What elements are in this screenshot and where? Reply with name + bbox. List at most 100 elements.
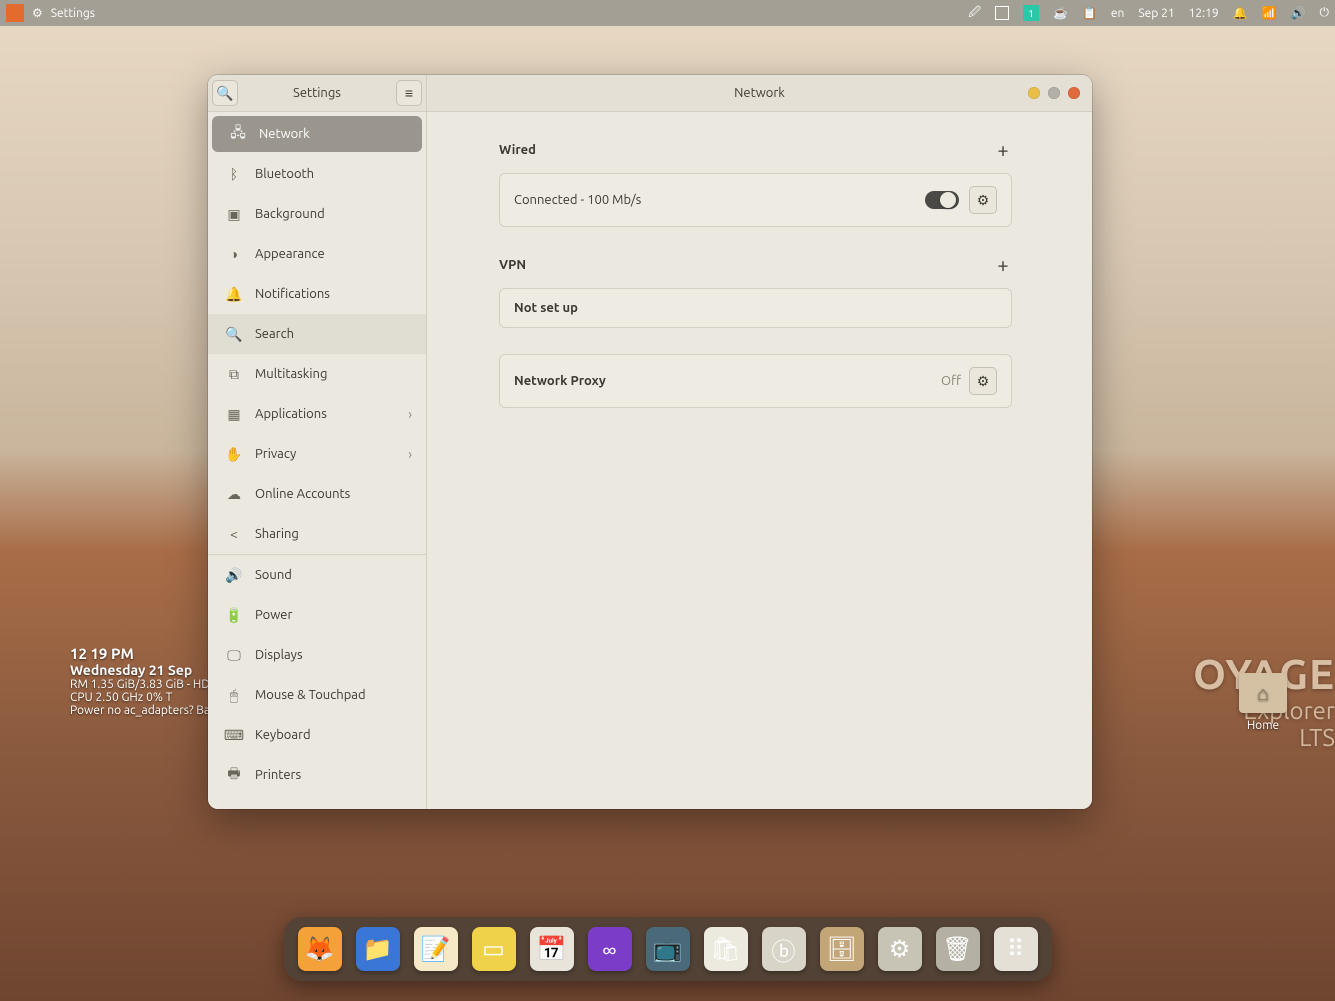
dock: 🦊 📁 📝 ▭ 📅 ∞ 📺 🛍 ⓑ 🗄 ⚙ 🗑 ⠿ xyxy=(284,917,1052,981)
panel-time[interactable]: 12:19 xyxy=(1189,7,1219,20)
proxy-settings-button[interactable]: ⚙ xyxy=(969,367,997,395)
proxy-row[interactable]: Network Proxy Off ⚙ xyxy=(499,354,1012,408)
sidebar-item-displays[interactable]: 🖵Displays xyxy=(208,635,426,675)
widget-time: 12 19 PM xyxy=(70,645,215,662)
sidebar-item-label: Notifications xyxy=(255,287,330,301)
wired-toggle[interactable] xyxy=(925,191,959,209)
vpn-row: Not set up xyxy=(499,288,1012,328)
sidebar-item-label: Network xyxy=(259,127,310,141)
power-icon[interactable]: ⏻ xyxy=(1320,6,1330,20)
wired-section-title: Wired xyxy=(499,143,536,157)
panel-app-label[interactable]: Settings xyxy=(51,7,95,20)
keyboard-icon: ⌨ xyxy=(225,727,243,744)
wired-add-button[interactable]: + xyxy=(994,138,1012,161)
chevron-right-icon: › xyxy=(408,446,412,462)
applications-icon: ▦ xyxy=(225,406,243,423)
window-close-button[interactable] xyxy=(1068,87,1080,99)
home-label: Home xyxy=(1236,719,1290,732)
window-controls xyxy=(1028,87,1080,99)
sidebar-title: Settings xyxy=(242,86,392,100)
chevron-right-icon: › xyxy=(408,406,412,422)
widget-cpu: CPU 2.50 GHz 0% T xyxy=(70,691,215,704)
proxy-title-label: Network Proxy xyxy=(514,374,941,388)
sidebar-item-power[interactable]: 🔋Power xyxy=(208,595,426,635)
online-accounts-icon: ☁ xyxy=(225,486,243,503)
sidebar-item-label: Keyboard xyxy=(255,728,311,742)
dock-app-settings[interactable]: ⚙ xyxy=(878,927,922,971)
sidebar-item-online-accounts[interactable]: ☁ Online Accounts xyxy=(208,474,426,514)
sidebar-item-label: Sound xyxy=(255,568,292,582)
window-maximize-button[interactable] xyxy=(1048,87,1060,99)
dock-app-browser[interactable]: ⓑ xyxy=(762,927,806,971)
dock-app-software[interactable]: 🛍 xyxy=(704,927,748,971)
sidebar-item-label: Multitasking xyxy=(255,367,327,381)
vpn-section-head: VPN + xyxy=(499,253,1012,276)
top-panel: ⚙ Settings 🖉 1 ☕ 📋 en Sep 21 12:19 🔔 📶 🔊… xyxy=(0,0,1335,26)
widget-ram: RM 1.35 GiB/3.83 GiB - HD xyxy=(70,678,215,691)
gear-icon: ⚙ xyxy=(977,373,990,390)
keyboard-lang[interactable]: en xyxy=(1111,7,1124,20)
sidebar-item-sharing[interactable]: <Sharing xyxy=(208,514,426,554)
network-icon: 🖧 xyxy=(229,122,247,146)
dock-app-firefox[interactable]: 🦊 xyxy=(298,927,342,971)
dock-app-apps[interactable]: ⠿ xyxy=(994,927,1038,971)
sidebar-menu-button[interactable]: ≡ xyxy=(396,80,422,106)
dock-app-trash[interactable]: 🗑 xyxy=(936,927,980,971)
dock-app-text-editor[interactable]: 📝 xyxy=(414,927,458,971)
dock-app-videos[interactable]: 📺 xyxy=(646,927,690,971)
settings-main-pane: Network Wired + Connected - 100 Mb/s ⚙ V… xyxy=(427,75,1092,809)
caffeine-icon[interactable]: ☕ xyxy=(1053,6,1068,20)
wired-connection-row[interactable]: Connected - 100 Mb/s ⚙ xyxy=(499,173,1012,227)
dock-app-notes[interactable]: ▭ xyxy=(472,927,516,971)
desktop-home-icon[interactable]: Home xyxy=(1236,673,1290,732)
sidebar-item-label: Appearance xyxy=(255,247,325,261)
widget-date: Wednesday 21 Sep xyxy=(70,662,215,678)
dock-app-calendar[interactable]: 📅 xyxy=(530,927,574,971)
volume-icon[interactable]: 🔊 xyxy=(1291,6,1306,20)
sidebar-item-applications[interactable]: ▦Applications› xyxy=(208,394,426,434)
window-minimize-button[interactable] xyxy=(1028,87,1040,99)
network-icon[interactable]: 📶 xyxy=(1262,6,1277,20)
sidebar-item-mouse-touchpad[interactable]: 🖱 Mouse & Touchpad xyxy=(208,675,426,715)
sidebar-item-multitasking[interactable]: ⧉ Multitasking xyxy=(208,354,426,394)
sidebar-item-label: Printers xyxy=(255,768,301,782)
dock-app-eye[interactable]: ∞ xyxy=(588,927,632,971)
sidebar-item-network[interactable]: 🖧 Network xyxy=(212,116,422,152)
printers-icon: 🖶 xyxy=(225,763,243,787)
sidebar-header: 🔍 Settings ≡ xyxy=(208,75,426,112)
settings-sidebar: 🔍 Settings ≡ 🖧 Network ᛒBluetooth ▣ Backgrou… xyxy=(208,75,427,809)
sidebar-item-sound[interactable]: 🔊 Sound xyxy=(208,555,426,595)
sidebar-item-appearance[interactable]: ◑Appearance xyxy=(208,234,426,274)
sound-icon: 🔊 xyxy=(225,567,243,584)
clipboard-icon[interactable]: 📋 xyxy=(1082,6,1097,20)
indicator-icon[interactable]: 🖉 xyxy=(968,3,981,24)
sidebar-item-label: Privacy xyxy=(255,447,296,461)
workspace-indicator[interactable]: 1 xyxy=(1023,5,1039,21)
wired-status-label: Connected - 100 Mb/s xyxy=(514,193,925,207)
power-icon: 🔋 xyxy=(225,607,243,624)
sidebar-item-privacy[interactable]: ✋Privacy› xyxy=(208,434,426,474)
screenshot-icon[interactable] xyxy=(995,6,1009,20)
panel-date[interactable]: Sep 21 xyxy=(1138,7,1174,20)
multitasking-icon: ⧉ xyxy=(225,366,243,383)
proxy-status-label: Off xyxy=(941,374,961,388)
activities-icon[interactable] xyxy=(6,4,24,22)
sidebar-item-keyboard[interactable]: ⌨ Keyboard xyxy=(208,715,426,755)
mouse-touchpad-icon: 🖱 xyxy=(225,687,243,704)
sidebar-item-printers[interactable]: 🖶 Printers xyxy=(208,755,426,795)
sidebar-item-search[interactable]: 🔍Search xyxy=(208,314,426,354)
notification-icon[interactable]: 🔔 xyxy=(1233,6,1248,20)
sidebar-item-bluetooth[interactable]: ᛒBluetooth xyxy=(208,154,426,194)
sidebar-item-background[interactable]: ▣ Background xyxy=(208,194,426,234)
sidebar-item-label: Online Accounts xyxy=(255,487,350,501)
sidebar-item-notifications[interactable]: 🔔Notifications xyxy=(208,274,426,314)
vpn-add-button[interactable]: + xyxy=(994,253,1012,276)
dock-app-archive[interactable]: 🗄 xyxy=(820,927,864,971)
background-icon: ▣ xyxy=(225,206,243,223)
dock-app-files[interactable]: 📁 xyxy=(356,927,400,971)
sidebar-item-label: Background xyxy=(255,207,325,221)
wired-settings-button[interactable]: ⚙ xyxy=(969,186,997,214)
sidebar-item-label: Mouse & Touchpad xyxy=(255,688,366,702)
sidebar-search-button[interactable]: 🔍 xyxy=(212,80,238,106)
settings-window: 🔍 Settings ≡ 🖧 Network ᛒBluetooth ▣ Backgrou… xyxy=(208,75,1092,809)
